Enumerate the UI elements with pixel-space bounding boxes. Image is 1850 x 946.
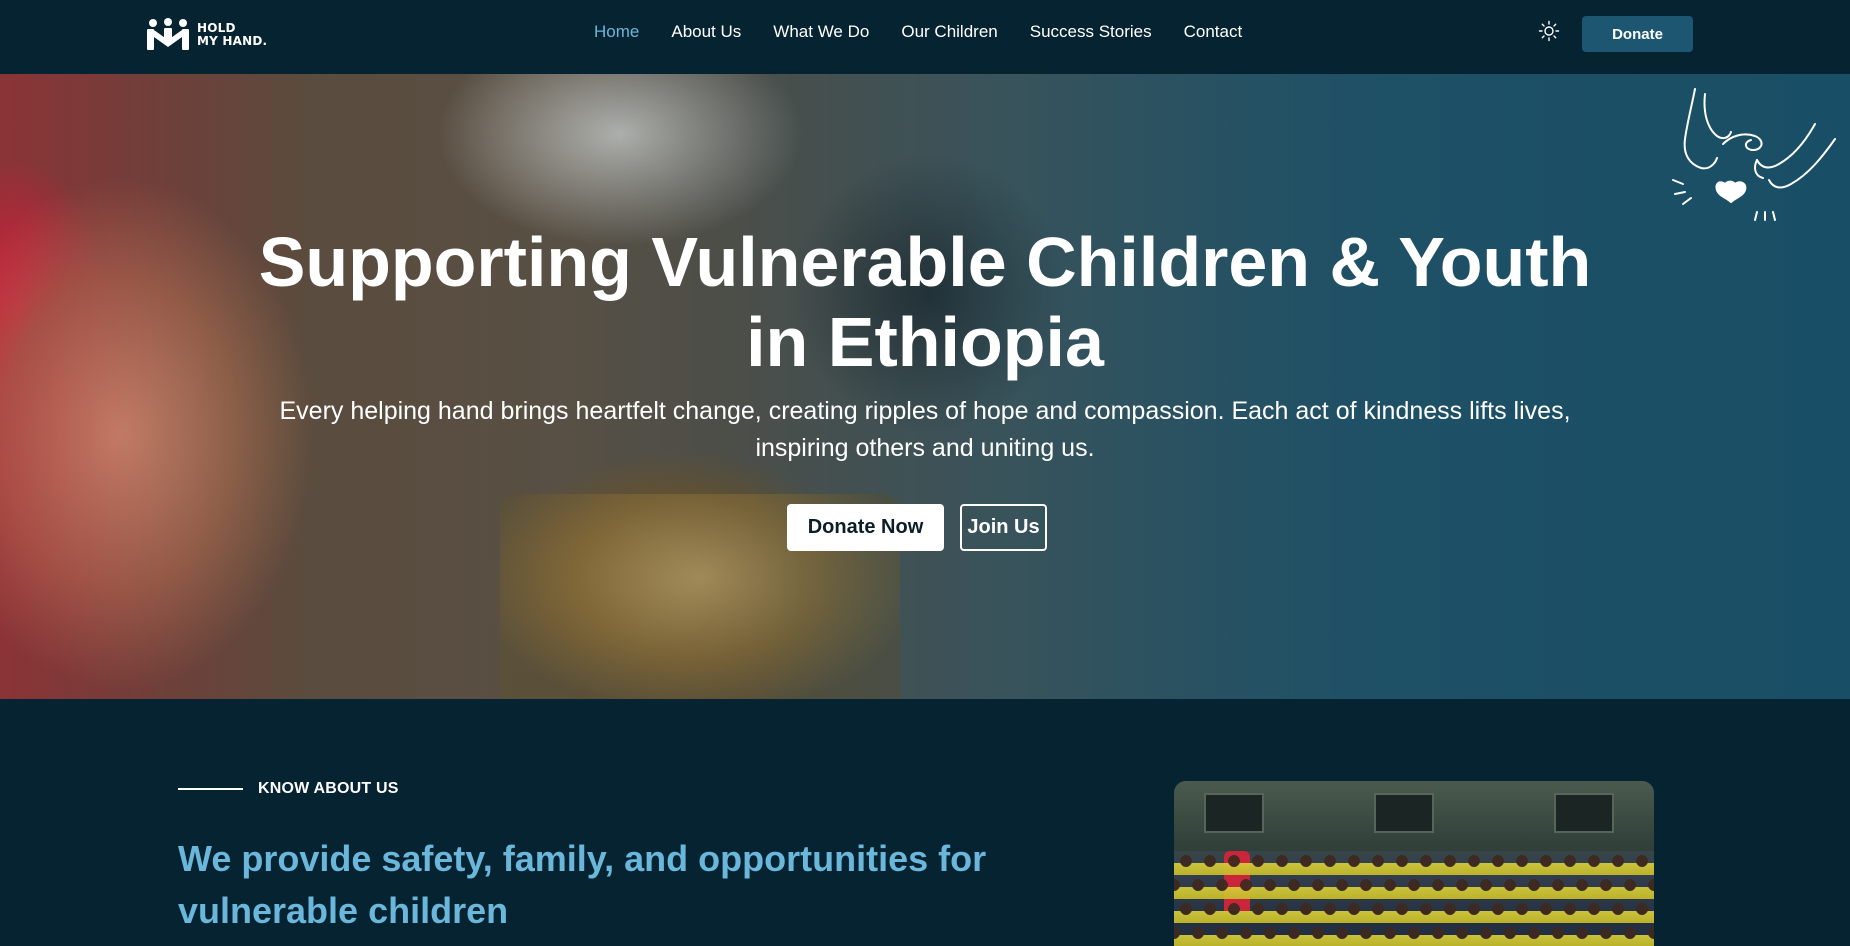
nav-link-contact[interactable]: Contact xyxy=(1184,22,1243,41)
nav-link-what-we-do[interactable]: What We Do xyxy=(773,22,869,41)
photo-window xyxy=(1204,793,1264,833)
photo-children-row xyxy=(1174,901,1654,923)
hero-overlay xyxy=(0,74,1850,699)
photo-children-row xyxy=(1174,853,1654,875)
eyebrow-label: KNOW ABOUT US xyxy=(258,780,399,797)
hold-my-hand-logo-icon xyxy=(147,18,189,50)
hero-title: Supporting Vulnerable Children & Youth i… xyxy=(258,223,1592,381)
nav-link-home[interactable]: Home xyxy=(594,22,639,41)
nav-link-about-us[interactable]: About Us xyxy=(671,22,741,41)
eyebrow-divider xyxy=(178,788,243,790)
navbar: HOLD MY HAND. Home About Us What We Do O… xyxy=(0,0,1850,74)
about-section: KNOW ABOUT US We provide safety, family,… xyxy=(0,699,1850,946)
donate-now-button[interactable]: Donate Now xyxy=(787,504,944,551)
section-eyebrow: KNOW ABOUT US xyxy=(178,780,399,798)
hero-subtitle: Every helping hand brings heartfelt chan… xyxy=(279,397,1571,462)
logo-line-2: MY HAND. xyxy=(197,34,268,48)
logo-text: HOLD MY HAND. xyxy=(197,22,267,48)
photo-children-row xyxy=(1174,877,1654,899)
photo-children-row xyxy=(1174,925,1654,946)
nav-link-success-stories[interactable]: Success Stories xyxy=(1030,22,1152,41)
photo-window xyxy=(1554,793,1614,833)
holding-hands-heart-icon xyxy=(1672,88,1836,221)
about-heading: We provide safety, family, and opportuni… xyxy=(178,838,987,931)
join-us-button[interactable]: Join Us xyxy=(960,504,1047,551)
logo[interactable]: HOLD MY HAND. xyxy=(145,18,267,52)
photo-window xyxy=(1374,793,1434,833)
hero-section: Supporting Vulnerable Children & Youth i… xyxy=(0,74,1850,699)
group-photo xyxy=(1174,781,1654,946)
photo-building xyxy=(1174,781,1654,851)
nav-link-our-children[interactable]: Our Children xyxy=(901,22,997,41)
main-nav: Home About Us What We Do Our Children Su… xyxy=(594,22,1242,42)
sun-icon[interactable] xyxy=(1538,20,1560,42)
donate-button[interactable]: Donate xyxy=(1582,16,1693,52)
hero-actions: Donate Now Join Us xyxy=(787,504,1047,551)
